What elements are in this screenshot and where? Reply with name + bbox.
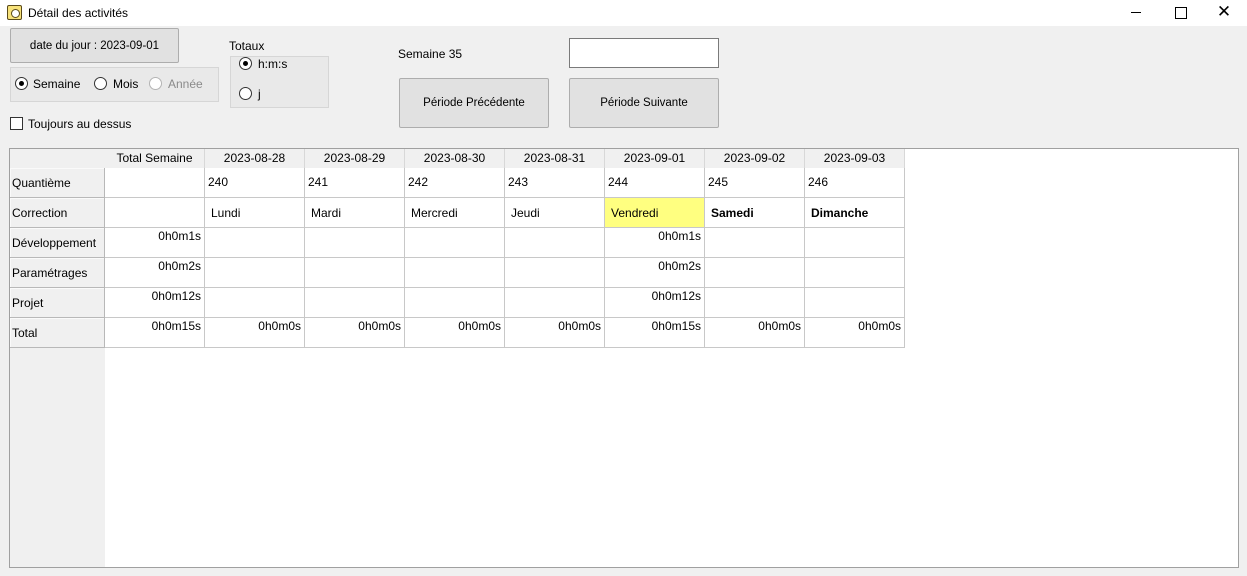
- row-header-total[interactable]: Total: [10, 318, 105, 348]
- grid-cell[interactable]: [505, 258, 605, 288]
- row-header-correction[interactable]: Correction: [10, 198, 105, 228]
- title-bar: [0, 0, 1247, 26]
- grid-cell[interactable]: 241: [305, 168, 405, 198]
- grid-cell[interactable]: 242: [405, 168, 505, 198]
- maximize-button[interactable]: [1157, 0, 1203, 26]
- grid-cell[interactable]: 245: [705, 168, 805, 198]
- column-header-day[interactable]: 2023-09-01: [605, 149, 705, 168]
- grid-cell-total[interactable]: 0h0m0s: [305, 318, 405, 348]
- grid-cell[interactable]: [105, 168, 205, 198]
- row-header-quantieme[interactable]: Quantième: [10, 168, 105, 198]
- previous-period-button[interactable]: Période Précédente: [399, 78, 549, 128]
- column-header-day[interactable]: 2023-08-30: [405, 149, 505, 168]
- grid-cell[interactable]: [405, 228, 505, 258]
- grid-cell-weekend-day[interactable]: Dimanche: [805, 198, 905, 228]
- grid-cell[interactable]: 0h0m1s: [605, 228, 705, 258]
- grid-cell[interactable]: [205, 228, 305, 258]
- grid-cell-total[interactable]: 0h0m0s: [705, 318, 805, 348]
- grid-cell[interactable]: [505, 288, 605, 318]
- row-header-projet[interactable]: Projet: [10, 288, 105, 318]
- grid-cell[interactable]: [305, 228, 405, 258]
- grid-cell[interactable]: [805, 288, 905, 318]
- column-header-total[interactable]: Total Semaine: [105, 149, 205, 168]
- column-header-day[interactable]: 2023-08-31: [505, 149, 605, 168]
- grid-cell-today[interactable]: Vendredi: [605, 198, 705, 228]
- radio-semaine[interactable]: [15, 77, 28, 90]
- grid-cell-total[interactable]: 0h0m0s: [805, 318, 905, 348]
- clock-app-icon: [7, 5, 22, 20]
- grid-cell-total[interactable]: 0h0m0s: [405, 318, 505, 348]
- grid-cell[interactable]: [305, 258, 405, 288]
- grid-cell[interactable]: [805, 258, 905, 288]
- row-header-developpement[interactable]: Développement: [10, 228, 105, 258]
- radio-mois[interactable]: [94, 77, 107, 90]
- radio-annee: [149, 77, 162, 90]
- row-header-parametrages[interactable]: Paramétrages: [10, 258, 105, 288]
- grid-cell-total[interactable]: 0h0m0s: [205, 318, 305, 348]
- totals-title: Totaux: [229, 39, 265, 53]
- grid-cell-total[interactable]: 0h0m15s: [605, 318, 705, 348]
- radio-hms-label[interactable]: h:m:s: [258, 57, 287, 71]
- radio-j-label[interactable]: j: [258, 87, 261, 101]
- radio-mois-label[interactable]: Mois: [113, 77, 138, 91]
- column-header-day[interactable]: 2023-09-03: [805, 149, 905, 168]
- period-input[interactable]: [569, 38, 719, 68]
- grid-cell-total[interactable]: 0h0m15s: [105, 318, 205, 348]
- column-header-day[interactable]: 2023-08-28: [205, 149, 305, 168]
- grid-cell[interactable]: 0h0m2s: [605, 258, 705, 288]
- radio-hms[interactable]: [239, 57, 252, 70]
- grid-cell[interactable]: 246: [805, 168, 905, 198]
- grid-cell[interactable]: [705, 258, 805, 288]
- close-button[interactable]: ✕: [1201, 0, 1247, 26]
- grid-cell[interactable]: 0h0m1s: [105, 228, 205, 258]
- week-label: Semaine 35: [398, 47, 463, 61]
- grid-cell[interactable]: 0h0m2s: [105, 258, 205, 288]
- next-period-button[interactable]: Période Suivante: [569, 78, 719, 128]
- radio-semaine-label[interactable]: Semaine: [33, 77, 80, 91]
- grid-cell[interactable]: [305, 288, 405, 318]
- grid-cell[interactable]: 0h0m12s: [105, 288, 205, 318]
- grid-cell-day-name[interactable]: Jeudi: [505, 198, 605, 228]
- grid-cell[interactable]: 244: [605, 168, 705, 198]
- grid-cell-day-name[interactable]: Mercredi: [405, 198, 505, 228]
- grid-cell[interactable]: 243: [505, 168, 605, 198]
- grid-cell[interactable]: [105, 198, 205, 228]
- grid-cell-total[interactable]: 0h0m0s: [505, 318, 605, 348]
- grid-cell[interactable]: [405, 258, 505, 288]
- grid-cell[interactable]: [505, 228, 605, 258]
- minimize-button[interactable]: [1113, 0, 1159, 26]
- radio-j[interactable]: [239, 87, 252, 100]
- today-date-button[interactable]: date du jour : 2023-09-01: [10, 28, 179, 63]
- always-on-top-checkbox[interactable]: [10, 117, 23, 130]
- grid-cell[interactable]: 0h0m12s: [605, 288, 705, 318]
- always-on-top-label[interactable]: Toujours au dessus: [28, 117, 131, 131]
- grid-cell[interactable]: [705, 288, 805, 318]
- grid-cell[interactable]: [405, 288, 505, 318]
- grid-cell[interactable]: [705, 228, 805, 258]
- grid-cell-day-name[interactable]: Lundi: [205, 198, 305, 228]
- grid-cell[interactable]: 240: [205, 168, 305, 198]
- window-title: Détail des activités: [28, 6, 129, 20]
- column-header-day[interactable]: 2023-08-29: [305, 149, 405, 168]
- grid-cell[interactable]: [205, 258, 305, 288]
- radio-annee-label: Année: [168, 77, 203, 91]
- grid-cell[interactable]: [205, 288, 305, 318]
- column-header-day[interactable]: 2023-09-02: [705, 149, 805, 168]
- grid-cell-weekend-day[interactable]: Samedi: [705, 198, 805, 228]
- grid-cell-day-name[interactable]: Mardi: [305, 198, 405, 228]
- grid-cell[interactable]: [805, 228, 905, 258]
